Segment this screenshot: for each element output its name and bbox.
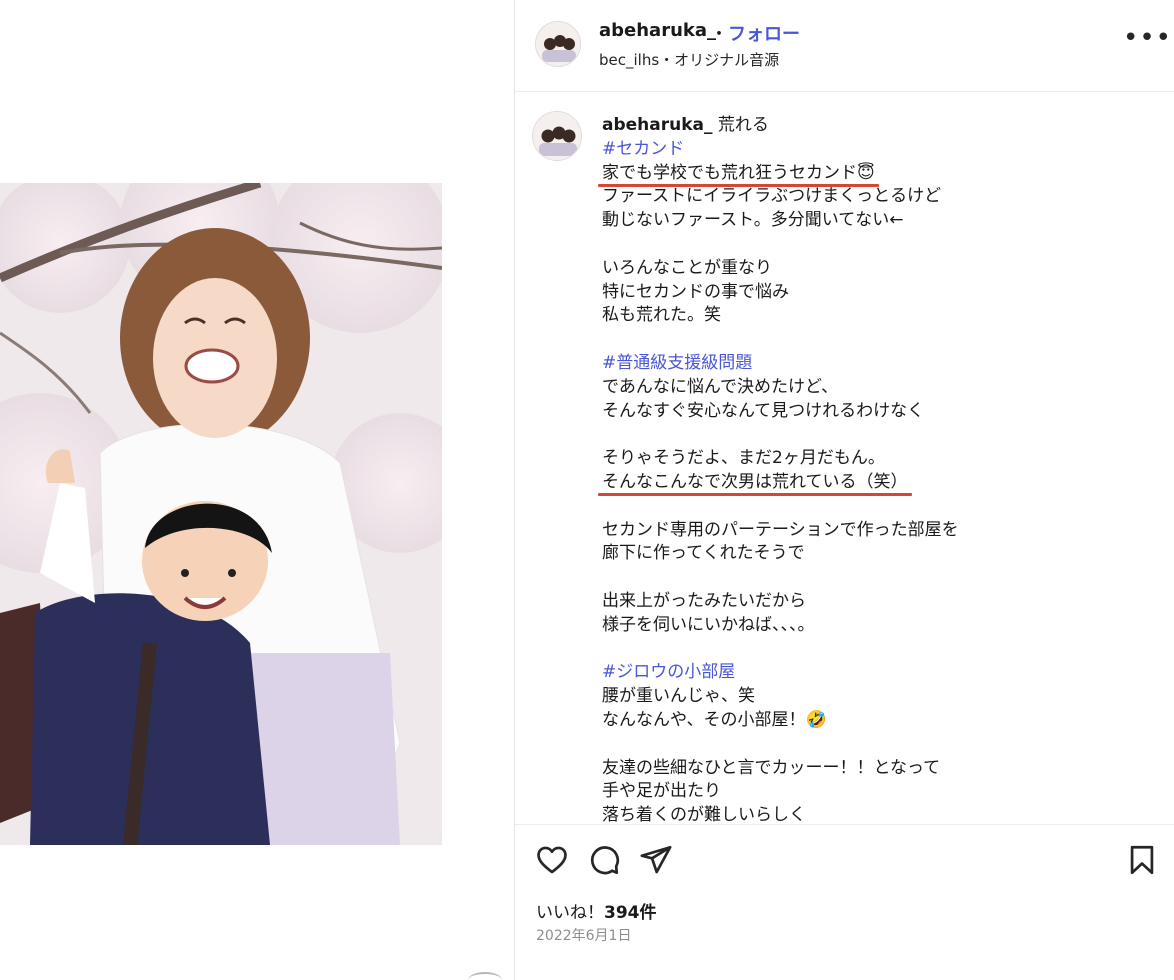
caption-username[interactable]: abeharuka_ bbox=[602, 115, 713, 135]
caption-first-text: 荒れる bbox=[717, 115, 769, 135]
caption-line-text: セカンド専用のパーテーションで作った部屋を bbox=[602, 519, 959, 540]
caption-first-line: abeharuka_ 荒れる bbox=[602, 114, 1162, 138]
actions-divider bbox=[515, 824, 1174, 825]
caption-line: 落ち着くのが難しいらしく bbox=[602, 804, 1162, 824]
post-panel: abeharuka_ ・ フォロー bec_ilhs・オリジナル音源 ••• a… bbox=[515, 0, 1174, 980]
caption-line-text: 廊下に作ってくれたそうで bbox=[602, 543, 805, 564]
caption-line-text: そんなすぐ安心なんて見つけれるわけなく bbox=[602, 400, 925, 421]
caption-line-text: ファーストにイライラぶつけまくっとるけど bbox=[602, 186, 942, 207]
hashtag-line: #普通級支援級問題 bbox=[602, 352, 1162, 376]
caption-line: いろんなことが重なり bbox=[602, 257, 1162, 281]
caption-line: 廊下に作ってくれたそうで bbox=[602, 542, 1162, 566]
caption-text: abeharuka_ 荒れる #セカンド家でも学校でも荒れ狂うセカンド😇 ファース… bbox=[598, 114, 1162, 824]
caption-line-text: 私も荒れた。笑 bbox=[602, 305, 721, 326]
comment-icon[interactable] bbox=[587, 843, 621, 877]
post-photo[interactable] bbox=[0, 183, 442, 845]
caption-line-text: そんなこんなで次男は荒れている（笑） bbox=[598, 472, 912, 496]
caption-line: そんなすぐ安心なんて見つけれるわけなく bbox=[602, 400, 1162, 424]
author-avatar[interactable] bbox=[535, 21, 581, 67]
caption-line: そりゃそうだよ、まだ2ヶ月だもん。 bbox=[602, 447, 1162, 471]
action-bar bbox=[515, 840, 1174, 880]
send-icon[interactable] bbox=[639, 843, 673, 877]
heart-icon[interactable] bbox=[535, 843, 569, 877]
header-separator: ・ bbox=[710, 24, 728, 45]
caption-line: セカンド専用のパーテーションで作った部屋を bbox=[602, 519, 1162, 543]
media-column bbox=[0, 0, 514, 980]
caption-author-avatar[interactable] bbox=[532, 111, 582, 161]
like-count[interactable]: いいね！394件 bbox=[536, 898, 657, 923]
hashtag-link[interactable]: #セカンド bbox=[602, 139, 684, 159]
caption-avatar-image bbox=[533, 112, 581, 160]
caption-line-text: なんなんや、その小部屋！🤣 bbox=[602, 709, 827, 730]
caption-line-text: 動じないファースト。多分聞いてない← bbox=[602, 210, 904, 231]
caption-area: abeharuka_ 荒れる #セカンド家でも学校でも荒れ狂うセカンド😇 ファース… bbox=[515, 92, 1174, 824]
caption-line: 腰が重いんじゃ、笑 bbox=[602, 685, 1162, 709]
caption-line: 動じないファースト。多分聞いてない← bbox=[602, 209, 1162, 233]
caption-line-text: 落ち着くのが難しいらしく bbox=[602, 805, 806, 824]
caption-line: 様子を伺いにいかねば、、、。 bbox=[602, 614, 1162, 638]
caption-line-text: いろんなことが重なり bbox=[602, 257, 772, 278]
caption-line: そんなこんなで次男は荒れている（笑） bbox=[598, 471, 1162, 496]
audio-subline[interactable]: bec_ilhs・オリジナル音源 bbox=[599, 49, 779, 70]
post-date[interactable]: 2022年6月1日 bbox=[536, 925, 631, 945]
post-header: abeharuka_ ・ フォロー bec_ilhs・オリジナル音源 ••• bbox=[515, 0, 1174, 92]
caption-line: 私も荒れた。笑 bbox=[602, 304, 1162, 328]
caption-line: 家でも学校でも荒れ狂うセカンド😇 bbox=[598, 162, 1162, 187]
bookmark-icon[interactable] bbox=[1125, 843, 1159, 877]
author-username[interactable]: abeharuka_ bbox=[599, 20, 716, 41]
hashtag-line: #セカンド bbox=[602, 138, 1162, 162]
caption-line: なんなんや、その小部屋！🤣 bbox=[602, 709, 1162, 733]
avatar-image bbox=[536, 22, 580, 66]
hashtag-link[interactable]: #普通級支援級問題 bbox=[602, 353, 752, 373]
caption-line-text: 家でも学校でも荒れ狂うセカンド😇 bbox=[598, 163, 879, 187]
caption-line: であんなに悩んで決めたけど、 bbox=[602, 376, 1162, 400]
caption-line-text: 特にセカンドの事で悩み bbox=[602, 281, 789, 302]
caption-line: 手や足が出たり bbox=[602, 780, 1162, 804]
hashtag-line: #ジロウの小部屋 bbox=[602, 661, 1162, 685]
caption-line-text: 様子を伺いにいかねば、、、。 bbox=[602, 614, 815, 635]
photo-illustration bbox=[0, 183, 442, 845]
caption-line-text: 友達の些細なひと言でカッーー！！となって bbox=[602, 757, 941, 778]
caption-line-text: そりゃそうだよ、まだ2ヶ月だもん。 bbox=[602, 448, 885, 469]
caption-line-text: 腰が重いんじゃ、笑 bbox=[602, 686, 755, 707]
caption-line-text: 手や足が出たり bbox=[602, 781, 721, 802]
caption-line: 特にセカンドの事で悩み bbox=[602, 281, 1162, 305]
more-options-icon[interactable]: ••• bbox=[1123, 25, 1171, 58]
caption-line-text: であんなに悩んで決めたけど、 bbox=[602, 376, 839, 397]
likes-number: 394件 bbox=[604, 903, 657, 923]
caption-line: ファーストにイライラぶつけまくっとるけど bbox=[602, 185, 1162, 209]
caption-line: 友達の些細なひと言でカッーー！！となって bbox=[602, 757, 1162, 781]
caption-line-text: 出来上がったみたいだから bbox=[602, 590, 806, 611]
likes-prefix: いいね！ bbox=[536, 903, 604, 923]
hashtag-link[interactable]: #ジロウの小部屋 bbox=[602, 662, 735, 682]
caption-line: 出来上がったみたいだから bbox=[602, 590, 1162, 614]
follow-button[interactable]: フォロー bbox=[728, 20, 800, 46]
